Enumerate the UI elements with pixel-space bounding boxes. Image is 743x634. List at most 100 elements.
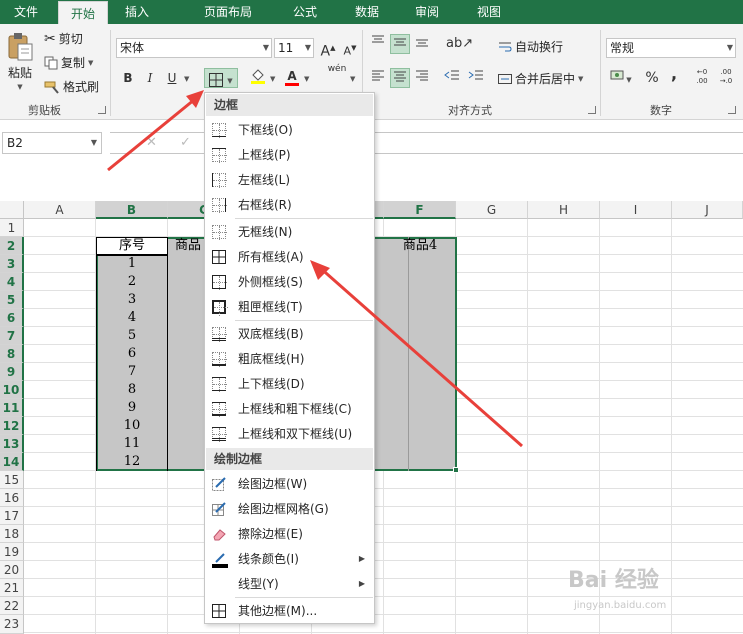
format-painter-button[interactable]: 格式刷 xyxy=(44,78,99,95)
shrink-font-button[interactable]: A▼ xyxy=(340,38,360,58)
column-header-j[interactable]: J xyxy=(672,201,743,219)
row-header[interactable]: 6 xyxy=(0,309,24,327)
row-header[interactable]: 17 xyxy=(0,507,24,525)
column-header-h[interactable]: H xyxy=(528,201,600,219)
menu-item-double-bottom-border[interactable]: 双底框线(B) xyxy=(206,321,373,346)
borders-dropdown-arrow[interactable]: ▼ xyxy=(227,77,232,85)
row-header[interactable]: 10 xyxy=(0,381,24,399)
tab-file[interactable]: 文件 xyxy=(0,0,52,24)
cell-b2[interactable]: 序号 xyxy=(96,237,168,255)
tab-insert[interactable]: 插入 xyxy=(112,0,162,24)
column-header-a[interactable]: A xyxy=(24,201,96,219)
paste-dropdown-arrow[interactable]: ▼ xyxy=(17,83,22,91)
font-color-button[interactable]: A xyxy=(282,66,302,86)
row-header[interactable]: 14 xyxy=(0,453,24,471)
menu-item-line-color[interactable]: 线条颜色(I) ▶ xyxy=(206,546,373,571)
table-cell[interactable]: 2 xyxy=(96,273,168,291)
table-cell[interactable]: 5 xyxy=(96,327,168,345)
phonetic-button[interactable]: wén xyxy=(324,64,350,84)
tab-home[interactable]: 开始 xyxy=(58,1,108,24)
row-header[interactable]: 4 xyxy=(0,273,24,291)
row-header[interactable]: 8 xyxy=(0,345,24,363)
underline-button[interactable]: U xyxy=(162,68,182,88)
currency-button[interactable]: ▼ xyxy=(606,68,636,88)
number-dialog-launcher[interactable] xyxy=(728,106,736,114)
cancel-icon[interactable]: ✕ xyxy=(146,135,157,150)
increase-decimal-button[interactable]: ←0.00 xyxy=(692,68,712,88)
orientation-button[interactable]: ab↗ xyxy=(446,34,473,54)
row-header[interactable]: 21 xyxy=(0,579,24,597)
phonetic-dropdown-arrow[interactable]: ▼ xyxy=(350,75,355,83)
table-cell[interactable]: 10 xyxy=(96,417,168,435)
row-header[interactable]: 22 xyxy=(0,597,24,615)
fill-handle[interactable] xyxy=(453,467,459,473)
tab-page-layout[interactable]: 页面布局 xyxy=(190,0,266,24)
column-header-b[interactable]: B xyxy=(96,201,168,219)
decrease-indent-button[interactable] xyxy=(442,68,462,88)
number-format-select[interactable]: 常规 ▼ xyxy=(606,38,736,58)
copy-dropdown-arrow[interactable]: ▼ xyxy=(88,59,93,67)
font-name-select[interactable]: 宋体 ▼ xyxy=(116,38,272,58)
menu-item-top-thick-bottom-border[interactable]: 上框线和粗下框线(C) xyxy=(206,396,373,421)
cut-button[interactable]: ✂ 剪切 xyxy=(44,30,83,47)
table-cell[interactable]: 6 xyxy=(96,345,168,363)
row-header[interactable]: 9 xyxy=(0,363,24,381)
row-header[interactable]: 2 xyxy=(0,237,24,255)
currency-dropdown-arrow[interactable]: ▼ xyxy=(626,76,631,84)
menu-item-left-border[interactable]: 左框线(L) xyxy=(206,167,373,192)
menu-item-draw-border[interactable]: 绘图边框(W) xyxy=(206,471,373,496)
decrease-decimal-button[interactable]: .00 →.0 xyxy=(716,68,736,88)
borders-button[interactable]: ▼ xyxy=(204,68,238,88)
row-header[interactable]: 11 xyxy=(0,399,24,417)
underline-dropdown-arrow[interactable]: ▼ xyxy=(184,75,189,83)
menu-item-top-bottom-border[interactable]: 上下框线(D) xyxy=(206,371,373,396)
table-cell[interactable]: 8 xyxy=(96,381,168,399)
cell-c2[interactable]: 商品 xyxy=(168,237,208,255)
row-header[interactable]: 19 xyxy=(0,543,24,561)
align-center-button[interactable] xyxy=(390,68,410,88)
row-header[interactable]: 1 xyxy=(0,219,24,237)
menu-item-line-style[interactable]: 线型(Y) ▶ xyxy=(206,571,373,596)
table-cell[interactable]: 1 xyxy=(96,255,168,273)
align-top-button[interactable] xyxy=(368,34,388,54)
alignment-dialog-launcher[interactable] xyxy=(588,106,596,114)
comma-button[interactable]: , xyxy=(664,64,684,84)
row-header[interactable]: 20 xyxy=(0,561,24,579)
row-header[interactable]: 7 xyxy=(0,327,24,345)
menu-item-no-border[interactable]: 无框线(N) xyxy=(206,219,373,244)
merge-dropdown-arrow[interactable]: ▼ xyxy=(578,75,583,83)
fill-color-button[interactable] xyxy=(248,68,268,88)
chevron-down-icon[interactable]: ▼ xyxy=(91,133,97,153)
tab-data[interactable]: 数据 xyxy=(344,0,390,24)
paste-button[interactable]: 粘贴 ▼ xyxy=(6,32,34,91)
increase-indent-button[interactable] xyxy=(466,68,486,88)
tab-view[interactable]: 视图 xyxy=(466,0,512,24)
name-box[interactable]: B2 ▼ xyxy=(2,132,102,154)
table-cell[interactable]: 9 xyxy=(96,399,168,417)
menu-item-right-border[interactable]: 右框线(R) xyxy=(206,192,373,217)
clipboard-dialog-launcher[interactable] xyxy=(98,106,106,114)
select-all-corner[interactable] xyxy=(0,201,24,219)
table-cell[interactable]: 4 xyxy=(96,309,168,327)
wrap-text-button[interactable]: 自动换行 xyxy=(498,38,563,55)
align-middle-button[interactable] xyxy=(390,34,410,54)
menu-item-bottom-border[interactable]: 下框线(O) xyxy=(206,117,373,142)
menu-item-more-borders[interactable]: 其他边框(M)... xyxy=(206,598,373,623)
copy-button[interactable]: 复制 ▼ xyxy=(44,54,93,71)
column-header-i[interactable]: I xyxy=(600,201,672,219)
fill-color-dropdown-arrow[interactable]: ▼ xyxy=(270,75,275,83)
cell-f2[interactable]: 商品4 xyxy=(384,237,456,255)
row-header[interactable]: 18 xyxy=(0,525,24,543)
grow-font-button[interactable]: A▲ xyxy=(318,38,338,60)
row-header[interactable]: 3 xyxy=(0,255,24,273)
menu-item-erase-border[interactable]: 擦除边框(E) xyxy=(206,521,373,546)
table-cell[interactable]: 11 xyxy=(96,435,168,453)
italic-button[interactable]: I xyxy=(140,68,160,88)
table-cell[interactable]: 7 xyxy=(96,363,168,381)
row-header[interactable]: 13 xyxy=(0,435,24,453)
menu-item-thick-bottom-border[interactable]: 粗底框线(H) xyxy=(206,346,373,371)
menu-item-top-border[interactable]: 上框线(P) xyxy=(206,142,373,167)
row-header[interactable]: 16 xyxy=(0,489,24,507)
column-header-f[interactable]: F xyxy=(384,201,456,219)
align-right-button[interactable] xyxy=(412,68,432,88)
